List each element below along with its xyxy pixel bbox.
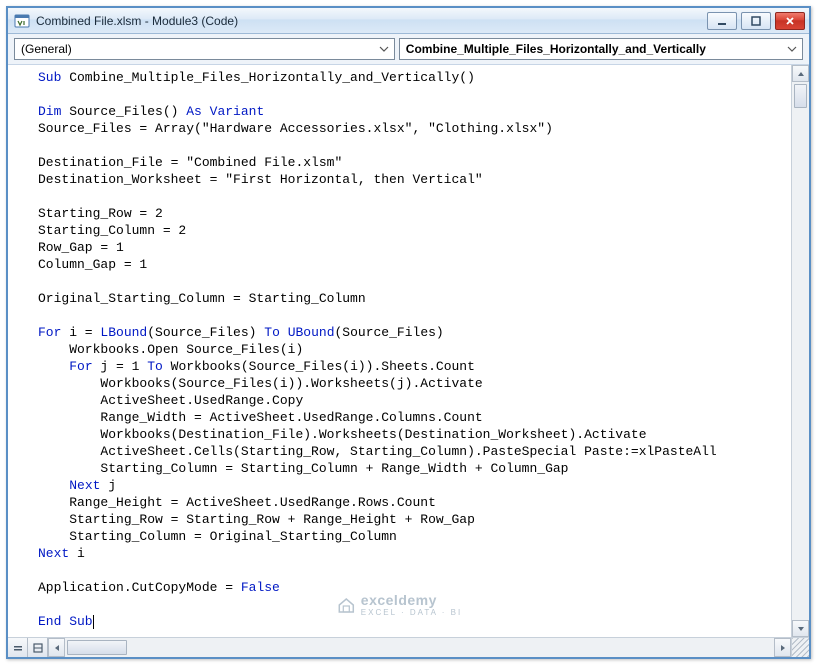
vertical-scrollbar[interactable] — [791, 65, 809, 637]
procedure-dropdown[interactable]: Combine_Multiple_Files_Horizontally_and_… — [399, 38, 803, 60]
code-window: Combined File.xlsm - Module3 (Code) (Gen… — [6, 6, 811, 659]
procedure-dropdown-value: Combine_Multiple_Files_Horizontally_and_… — [406, 42, 796, 56]
hscroll-thumb[interactable] — [67, 640, 127, 655]
maximize-button[interactable] — [741, 12, 771, 30]
text-cursor — [93, 615, 94, 629]
titlebar[interactable]: Combined File.xlsm - Module3 (Code) — [8, 8, 809, 34]
vscroll-thumb[interactable] — [794, 84, 807, 108]
scroll-left-button[interactable] — [48, 638, 65, 657]
horizontal-scrollbar[interactable] — [48, 638, 791, 657]
proc-selector-row: (General) Combine_Multiple_Files_Horizon… — [8, 34, 809, 65]
code-editor[interactable]: Sub Combine_Multiple_Files_Horizontally_… — [8, 65, 791, 634]
resize-grip[interactable] — [791, 638, 809, 657]
full-module-view-button[interactable] — [28, 638, 48, 657]
window-title: Combined File.xlsm - Module3 (Code) — [36, 14, 707, 28]
bottom-bar — [8, 637, 809, 657]
procedure-view-button[interactable] — [8, 638, 28, 657]
scroll-up-button[interactable] — [792, 65, 809, 82]
scroll-right-button[interactable] — [774, 638, 791, 657]
vba-module-icon — [14, 13, 30, 29]
scroll-down-button[interactable] — [792, 620, 809, 637]
chevron-down-icon — [377, 41, 391, 57]
close-button[interactable] — [775, 12, 805, 30]
vscroll-track[interactable] — [792, 82, 809, 620]
object-dropdown-value: (General) — [21, 42, 388, 56]
chevron-down-icon — [785, 41, 799, 57]
client-area: Sub Combine_Multiple_Files_Horizontally_… — [8, 65, 809, 657]
minimize-button[interactable] — [707, 12, 737, 30]
hscroll-track[interactable] — [65, 638, 774, 657]
object-dropdown[interactable]: (General) — [14, 38, 395, 60]
code-editor-container: Sub Combine_Multiple_Files_Horizontally_… — [8, 65, 809, 637]
